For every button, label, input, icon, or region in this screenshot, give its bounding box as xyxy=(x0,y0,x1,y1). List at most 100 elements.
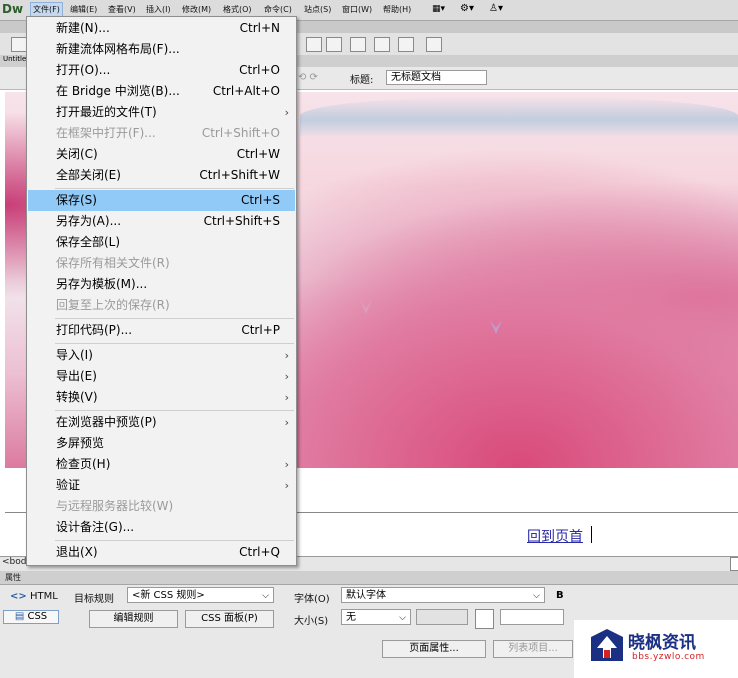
menu-item-label: 导出(E) xyxy=(56,369,97,383)
html-mode-button[interactable]: <> HTML xyxy=(10,591,58,602)
properties-header xyxy=(0,571,738,585)
menu-insert[interactable]: 插入(I) xyxy=(144,3,173,17)
menu-item-label: 打开最近的文件(T) xyxy=(56,105,157,119)
menu-item-exit[interactable]: 退出(X) Ctrl+Q xyxy=(28,542,295,563)
menu-item-print-code[interactable]: 打印代码(P)... Ctrl+P xyxy=(28,320,295,341)
menu-window[interactable]: 窗口(W) xyxy=(340,3,374,17)
css-mode-label: CSS xyxy=(27,611,48,622)
image-icon[interactable] xyxy=(306,37,322,52)
menu-item-label: 新建(N)... xyxy=(56,21,110,35)
back-to-top-link[interactable]: 回到页首 xyxy=(527,526,583,546)
media-icon[interactable] xyxy=(326,37,342,52)
menu-item-validate[interactable]: 验证 › xyxy=(28,475,295,496)
menu-item-export[interactable]: 导出(E) › xyxy=(28,366,295,387)
menu-item-label: 检查页(H) xyxy=(56,457,111,471)
menu-item-save[interactable]: 保存(S) Ctrl+S xyxy=(28,190,295,211)
document-tab[interactable]: Untitle xyxy=(3,55,26,63)
menu-item-convert[interactable]: 转换(V) › xyxy=(28,387,295,408)
title-input[interactable]: 无标题文档 xyxy=(386,70,487,85)
menu-item-import[interactable]: 导入(I) › xyxy=(28,345,295,366)
menu-item-compare-remote[interactable]: 与远程服务器比较(W) xyxy=(28,496,295,517)
menu-item-open[interactable]: 打开(O)... Ctrl+O xyxy=(28,60,295,81)
bold-button[interactable]: B xyxy=(556,590,564,601)
menu-item-label: 回复至上次的保存(R) xyxy=(56,298,170,312)
menu-item-save-all[interactable]: 保存全部(L) xyxy=(28,232,295,253)
menu-site[interactable]: 站点(S) xyxy=(302,3,333,17)
menu-modify[interactable]: 修改(M) xyxy=(180,3,213,17)
size-select[interactable]: 无 ⌵ xyxy=(341,609,411,625)
menu-item-save-as[interactable]: 另存为(A)... Ctrl+Shift+S xyxy=(28,211,295,232)
page-properties-button[interactable]: 页面属性... xyxy=(382,640,486,658)
menu-item-shortcut: Ctrl+Q xyxy=(239,545,280,559)
menu-item-open-recent[interactable]: 打开最近的文件(T) › xyxy=(28,102,295,123)
menu-item-new-fluid-grid[interactable]: 新建流体网格布局(F)... xyxy=(28,39,295,60)
template-icon[interactable] xyxy=(398,37,414,52)
color-input[interactable] xyxy=(500,609,564,625)
chevron-down-icon: ⌵ xyxy=(262,591,269,601)
html-mode-label: HTML xyxy=(29,591,58,602)
menu-item-label: 打开(O)... xyxy=(56,63,111,77)
watermark-title: 晓枫资讯 xyxy=(628,633,696,653)
watermark-url: bbs.yzwlo.com xyxy=(632,652,705,662)
font-select[interactable]: 默认字体 ⌵ xyxy=(341,587,545,603)
menu-item-shortcut: Ctrl+Shift+W xyxy=(199,168,280,182)
menu-format[interactable]: 格式(O) xyxy=(221,3,254,17)
css-mode-button[interactable]: ▤ CSS xyxy=(3,610,59,624)
menu-item-label: 在浏览器中预览(P) xyxy=(56,415,157,429)
menu-item-multiscreen-preview[interactable]: 多屏预览 xyxy=(28,433,295,454)
edit-rule-button[interactable]: 编辑规则 xyxy=(89,610,178,628)
file-menu: 新建(N)... Ctrl+N 新建流体网格布局(F)... 打开(O)... Ct… xyxy=(26,16,297,566)
menu-item-close[interactable]: 关闭(C) Ctrl+W xyxy=(28,144,295,165)
menu-item-label: 在框架中打开(F)... xyxy=(56,126,156,140)
chevron-right-icon: › xyxy=(284,458,289,471)
css-panel-button[interactable]: CSS 面板(P) xyxy=(185,610,274,628)
chevron-right-icon: › xyxy=(284,391,289,404)
menu-item-shortcut: Ctrl+O xyxy=(239,63,280,77)
hyperlink-icon[interactable] xyxy=(11,37,27,52)
scroll-button[interactable] xyxy=(730,557,738,571)
menu-item-save-as-template[interactable]: 另存为模板(M)... xyxy=(28,274,295,295)
menu-item-browse-bridge[interactable]: 在 Bridge 中浏览(B)... Ctrl+Alt+O xyxy=(28,81,295,102)
menu-item-close-all[interactable]: 全部关闭(E) Ctrl+Shift+W xyxy=(28,165,295,186)
date-icon[interactable] xyxy=(350,37,366,52)
menu-item-shortcut: Ctrl+S xyxy=(240,193,280,207)
menu-item-revert[interactable]: 回复至上次的保存(R) xyxy=(28,295,295,316)
menu-item-label: 打印代码(P)... xyxy=(56,323,133,337)
gear-icon[interactable]: ⚙▾ xyxy=(460,3,474,14)
chevron-right-icon: › xyxy=(284,349,289,362)
site-icon[interactable]: ♙▾ xyxy=(489,3,503,14)
menu-item-new[interactable]: 新建(N)... Ctrl+N xyxy=(28,18,295,39)
menu-edit[interactable]: 编辑(E) xyxy=(68,3,99,17)
menu-commands[interactable]: 命令(C) xyxy=(262,3,294,17)
layout-icon[interactable]: ▦▾ xyxy=(432,4,445,14)
menu-item-design-notes[interactable]: 设计备注(G)... xyxy=(28,517,295,538)
menu-view[interactable]: 查看(V) xyxy=(106,3,138,17)
target-rule-select[interactable]: <新 CSS 规则> ⌵ xyxy=(127,587,274,603)
menu-separator xyxy=(55,540,294,541)
menu-item-shortcut: Ctrl+N xyxy=(239,21,280,35)
menu-separator xyxy=(55,410,294,411)
menu-item-save-related[interactable]: 保存所有相关文件(R) xyxy=(28,253,295,274)
menu-separator xyxy=(55,343,294,344)
menu-help[interactable]: 帮助(H) xyxy=(381,3,413,17)
refresh-icon[interactable]: ⟲ ⟳ xyxy=(298,72,318,83)
server-include-icon[interactable] xyxy=(374,37,390,52)
size-value: 无 xyxy=(346,612,356,623)
menu-item-open-in-frame[interactable]: 在框架中打开(F)... Ctrl+Shift+O xyxy=(28,123,295,144)
color-swatch[interactable] xyxy=(475,609,494,629)
tag-chooser-icon[interactable] xyxy=(426,37,442,52)
target-rule-label: 目标规则 xyxy=(74,594,114,605)
menu-separator xyxy=(55,188,294,189)
menu-item-label: 保存全部(L) xyxy=(56,235,121,249)
menu-item-shortcut: Ctrl+Alt+O xyxy=(212,84,280,98)
menu-item-preview-browser[interactable]: 在浏览器中预览(P) › xyxy=(28,412,295,433)
menu-item-check-page[interactable]: 检查页(H) › xyxy=(28,454,295,475)
chevron-down-icon: ⌵ xyxy=(399,613,406,623)
tag-selector[interactable]: <bod xyxy=(2,557,26,567)
target-rule-value: <新 CSS 规则> xyxy=(132,590,205,601)
menu-item-label: 保存所有相关文件(R) xyxy=(56,256,170,270)
menu-item-label: 新建流体网格布局(F)... xyxy=(56,42,180,56)
menu-item-shortcut: Ctrl+Shift+O xyxy=(201,126,280,140)
size-unit-select[interactable] xyxy=(416,609,468,625)
list-item-button[interactable]: 列表项目... xyxy=(493,640,573,658)
